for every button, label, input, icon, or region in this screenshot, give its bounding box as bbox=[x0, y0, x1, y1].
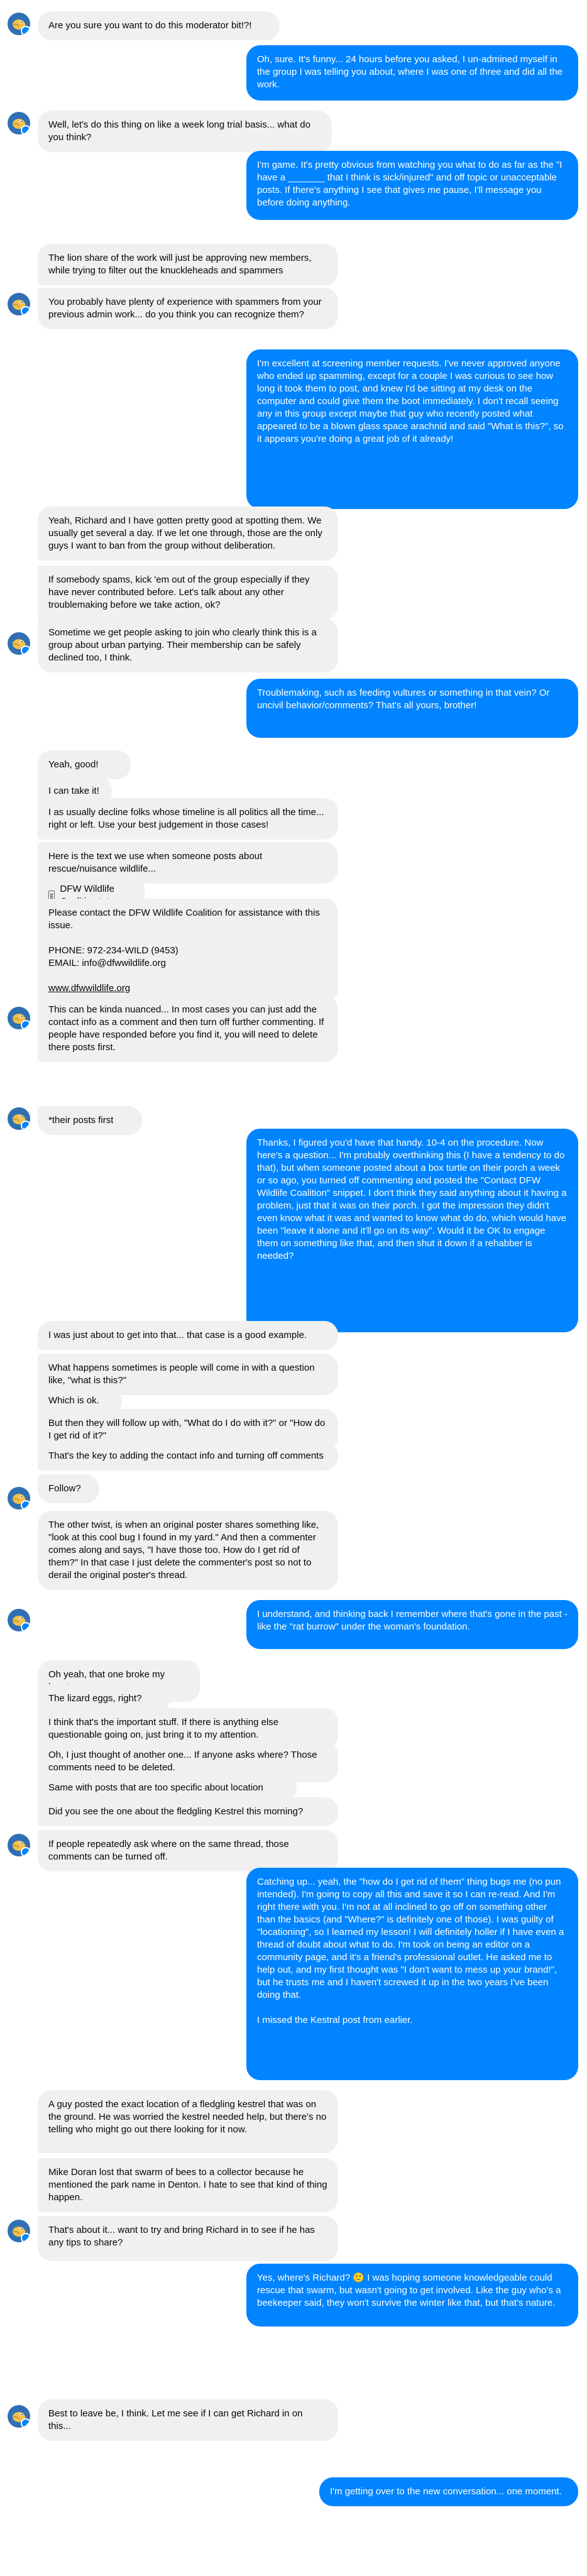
status-badge bbox=[21, 2418, 30, 2428]
message-text: A guy posted the exact location of a fle… bbox=[48, 2099, 327, 2135]
message-text: Mike Doran lost that swarm of bees to a … bbox=[48, 2167, 327, 2203]
sent-message-bubble[interactable]: Catching up... yeah, the "how do I get r… bbox=[246, 1868, 578, 2080]
message-text: If somebody spams, kick 'em out of the g… bbox=[48, 574, 310, 610]
message-text: I think that's the important stuff. If t… bbox=[48, 1717, 279, 1740]
message-text: Well, let's do this thing on like a week… bbox=[48, 119, 310, 143]
received-message-bubble[interactable]: If somebody spams, kick 'em out of the g… bbox=[38, 566, 338, 620]
sent-message-bubble[interactable]: Oh, sure. It's funny... 24 hours before … bbox=[246, 45, 578, 101]
message-text: Please contact the DFW Wildlife Coalitio… bbox=[48, 907, 320, 968]
received-message-bubble[interactable]: *their posts first bbox=[38, 1106, 142, 1135]
message-text: I'm getting over to the new conversation… bbox=[330, 2486, 562, 2497]
message-text: I'm excellent at screening member reques… bbox=[257, 358, 564, 444]
avatar[interactable] bbox=[8, 1487, 30, 1510]
message-text: Which is ok. bbox=[48, 1395, 99, 1406]
message-text: Yes, where's Richard? 🙂 I was hoping som… bbox=[257, 2272, 561, 2308]
message-text: This can be kinda nuanced... In most cas… bbox=[48, 1004, 324, 1053]
received-message-bubble[interactable]: If people repeatedly ask where on the sa… bbox=[38, 1830, 338, 1872]
status-badge bbox=[21, 1121, 30, 1130]
status-badge bbox=[21, 306, 30, 315]
message-text: Best to leave be, I think. Let me see if… bbox=[48, 2408, 303, 2431]
received-message-bubble[interactable]: Follow? bbox=[38, 1474, 99, 1503]
avatar[interactable] bbox=[8, 293, 30, 315]
avatar[interactable] bbox=[8, 1107, 30, 1130]
message-text: *their posts first bbox=[48, 1115, 114, 1126]
message-text: The lizard eggs, right? bbox=[48, 1693, 142, 1704]
sent-message-bubble[interactable]: Troublemaking, such as feeding vultures … bbox=[246, 679, 578, 738]
received-message-bubble[interactable]: Sometime we get people asking to join wh… bbox=[38, 618, 338, 672]
message-text: The other twist, is when an original pos… bbox=[48, 1520, 319, 1581]
message-text: Catching up... yeah, the "how do I get r… bbox=[257, 1877, 564, 2025]
website-link[interactable]: www.dfwwildlife.org bbox=[48, 983, 130, 994]
received-message-bubble[interactable]: I as usually decline folks whose timelin… bbox=[38, 798, 338, 840]
message-text: The lion share of the work will just be … bbox=[48, 253, 312, 276]
status-badge bbox=[21, 1020, 30, 1029]
received-message-bubble[interactable]: You probably have plenty of experience w… bbox=[38, 288, 338, 329]
received-message-bubble[interactable]: The other twist, is when an original pos… bbox=[38, 1511, 338, 1590]
status-badge bbox=[21, 1622, 30, 1631]
message-text: Same with posts that are too specific ab… bbox=[48, 1782, 263, 1793]
message-text: You probably have plenty of experience w… bbox=[48, 297, 322, 320]
message-text: I as usually decline folks whose timelin… bbox=[48, 807, 324, 830]
message-text: But then they will follow up with, "What… bbox=[48, 1418, 326, 1441]
message-text: That's about it... want to try and bring… bbox=[48, 2225, 315, 2248]
message-text: Yeah, good! bbox=[48, 759, 99, 770]
avatar[interactable] bbox=[8, 632, 30, 655]
message-text: Oh, sure. It's funny... 24 hours before … bbox=[257, 54, 563, 90]
message-text: What happens sometimes is people will co… bbox=[48, 1362, 315, 1386]
message-text: I can take it! bbox=[48, 786, 99, 796]
received-message-bubble[interactable]: Best to leave be, I think. Let me see if… bbox=[38, 2399, 338, 2441]
sent-message-bubble[interactable]: I understand, and thinking back I rememb… bbox=[246, 1600, 578, 1649]
message-text: That's the key to adding the contact inf… bbox=[48, 1450, 324, 1461]
message-text: Troublemaking, such as feeding vultures … bbox=[257, 688, 550, 711]
received-message-bubble[interactable]: Yeah, Richard and I have gotten pretty g… bbox=[38, 507, 338, 561]
status-badge bbox=[21, 645, 30, 655]
status-badge bbox=[21, 125, 30, 134]
status-badge bbox=[21, 2233, 30, 2242]
received-message-bubble[interactable]: Did you see the one about the fledgling … bbox=[38, 1797, 338, 1826]
avatar[interactable] bbox=[8, 2405, 30, 2428]
sent-message-bubble[interactable]: I'm excellent at screening member reques… bbox=[246, 349, 578, 509]
avatar[interactable] bbox=[8, 2220, 30, 2242]
received-message-bubble[interactable]: This can be kinda nuanced... In most cas… bbox=[38, 995, 338, 1062]
avatar[interactable] bbox=[8, 1609, 30, 1631]
message-text: If people repeatedly ask where on the sa… bbox=[48, 1839, 289, 1862]
message-text: I understand, and thinking back I rememb… bbox=[257, 1609, 568, 1632]
received-message-bubble[interactable]: I was just about to get into that... tha… bbox=[38, 1321, 338, 1350]
sent-message-bubble[interactable]: Yes, where's Richard? 🙂 I was hoping som… bbox=[246, 2264, 578, 2327]
message-text: Did you see the one about the fledgling … bbox=[48, 1806, 304, 1817]
received-message-bubble[interactable]: Yeah, good! bbox=[38, 750, 131, 779]
received-message-bubble[interactable]: Mike Doran lost that swarm of bees to a … bbox=[38, 2158, 338, 2212]
received-message-bubble[interactable]: That's about it... want to try and bring… bbox=[38, 2216, 338, 2261]
sent-message-bubble[interactable]: Thanks, I figured you'd have that handy.… bbox=[246, 1129, 578, 1332]
received-message-bubble[interactable]: The lion share of the work will just be … bbox=[38, 244, 338, 285]
message-text: I was just about to get into that... tha… bbox=[48, 1330, 307, 1340]
received-message-bubble[interactable]: Please contact the DFW Wildlife Coalitio… bbox=[38, 899, 338, 1003]
received-message-bubble[interactable]: Well, let's do this thing on like a week… bbox=[38, 111, 332, 152]
avatar[interactable] bbox=[8, 1834, 30, 1856]
message-text: Thanks, I figured you'd have that handy.… bbox=[257, 1137, 567, 1261]
sent-message-bubble[interactable]: I'm game. It's pretty obvious from watch… bbox=[246, 151, 578, 220]
message-text: Here is the text we use when someone pos… bbox=[48, 851, 263, 874]
message-text: Follow? bbox=[48, 1483, 81, 1494]
message-text: Are you sure you want to do this moderat… bbox=[48, 20, 252, 31]
avatar[interactable] bbox=[8, 13, 30, 35]
message-thread: Are you sure you want to do this moderat… bbox=[0, 0, 587, 2576]
status-badge bbox=[21, 1847, 30, 1856]
status-badge bbox=[21, 26, 30, 35]
status-badge bbox=[21, 1500, 30, 1510]
message-text: Yeah, Richard and I have gotten pretty g… bbox=[48, 515, 322, 551]
message-text: Sometime we get people asking to join wh… bbox=[48, 627, 317, 663]
sent-message-bubble[interactable]: I'm getting over to the new conversation… bbox=[319, 2477, 578, 2506]
received-message-bubble[interactable]: That's the key to adding the contact inf… bbox=[38, 1442, 338, 1471]
message-text: I'm game. It's pretty obvious from watch… bbox=[257, 160, 562, 208]
avatar[interactable] bbox=[8, 1007, 30, 1029]
avatar[interactable] bbox=[8, 112, 30, 134]
received-message-bubble[interactable]: A guy posted the exact location of a fle… bbox=[38, 2090, 338, 2153]
message-text: Oh, I just thought of another one... If … bbox=[48, 1750, 317, 1773]
received-message-bubble[interactable]: Are you sure you want to do this moderat… bbox=[38, 11, 280, 40]
